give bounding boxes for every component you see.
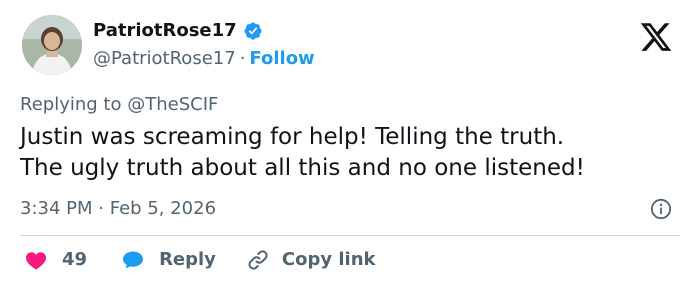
replying-to-handle[interactable]: @TheSCIF bbox=[127, 94, 218, 115]
link-icon bbox=[248, 250, 268, 270]
avatar[interactable] bbox=[22, 15, 82, 75]
like-button[interactable]: 49 bbox=[24, 248, 87, 272]
avatar-photo bbox=[22, 15, 82, 75]
user-handle[interactable]: @PatriotRose17 bbox=[93, 48, 236, 69]
display-name[interactable]: PatriotRose17 bbox=[93, 19, 237, 43]
copy-link-label: Copy link bbox=[281, 249, 376, 270]
tweet-card: PatriotRose17 @PatriotRose17 · Follow Repl… bbox=[0, 0, 700, 287]
replying-to-label: Replying to bbox=[20, 94, 122, 115]
reply-button[interactable]: Reply bbox=[121, 248, 216, 272]
x-logo-icon[interactable] bbox=[638, 20, 674, 54]
verified-badge-icon bbox=[244, 22, 262, 40]
follow-button[interactable]: Follow bbox=[249, 48, 314, 69]
post-time[interactable]: 3:34 PM bbox=[20, 198, 93, 219]
reply-label: Reply bbox=[159, 249, 216, 270]
tweet-text-line: The ugly truth about all this and no one… bbox=[20, 155, 585, 181]
info-icon[interactable] bbox=[650, 198, 672, 220]
heart-icon bbox=[26, 252, 46, 270]
copy-link-button[interactable]: Copy link bbox=[246, 248, 376, 272]
handle-row: @PatriotRose17 · Follow bbox=[93, 47, 315, 71]
separator-dot: · bbox=[239, 48, 246, 69]
tweet-text: Justin was screaming for help! Telling t… bbox=[20, 122, 680, 184]
tweet-text-line: Justin was screaming for help! Telling t… bbox=[20, 124, 565, 150]
divider bbox=[20, 235, 680, 236]
post-date[interactable]: Feb 5, 2026 bbox=[110, 198, 216, 219]
separator-dot: · bbox=[98, 198, 104, 219]
comment-bubble-icon bbox=[123, 251, 144, 269]
action-bar: 49 Reply Copy link bbox=[24, 247, 376, 273]
display-name-row: PatriotRose17 bbox=[93, 19, 263, 43]
replying-to: Replying to @TheSCIF bbox=[20, 93, 218, 117]
timestamp-row[interactable]: 3:34 PM · Feb 5, 2026 bbox=[20, 197, 216, 221]
like-count: 49 bbox=[62, 249, 88, 270]
